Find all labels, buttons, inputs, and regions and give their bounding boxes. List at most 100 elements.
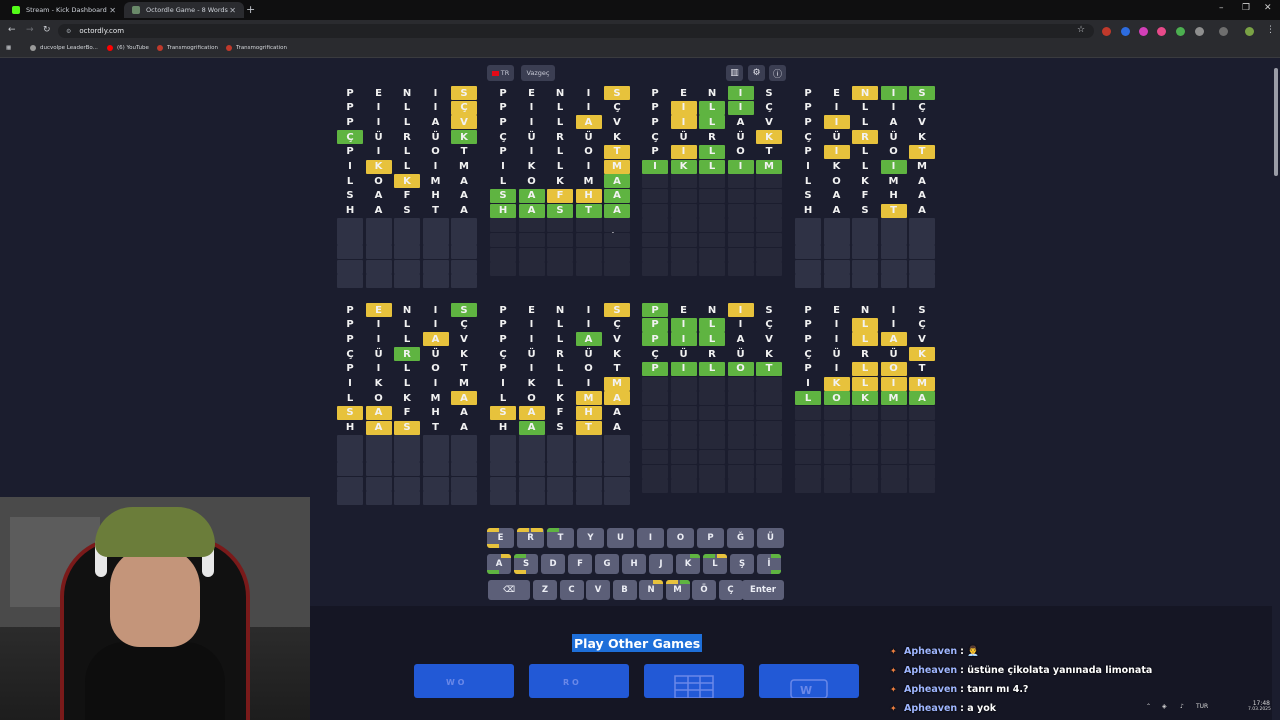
give-up-button[interactable]: Vazgeç — [521, 65, 555, 81]
bookmark-star-icon[interactable]: ☆ — [1077, 25, 1085, 35]
tile-letter: K — [765, 348, 773, 360]
key-D[interactable]: D — [541, 554, 565, 574]
key-K[interactable]: K — [676, 554, 700, 574]
tile-letter: E — [680, 87, 687, 99]
extension-icon[interactable] — [1139, 27, 1148, 36]
language-button[interactable]: TR — [487, 65, 514, 81]
tile-letter: I — [834, 363, 839, 375]
key-N[interactable]: N — [639, 580, 663, 600]
key-M[interactable]: M — [665, 580, 690, 600]
tile-letter: I — [727, 86, 754, 100]
tile-letter: I — [529, 116, 534, 128]
tile-letter: H — [575, 405, 602, 420]
extensions-puzzle-icon[interactable] — [1195, 27, 1204, 36]
key-P[interactable]: P — [697, 528, 724, 548]
tray-date: 7.03.2025 — [1248, 707, 1271, 712]
tile-empty — [699, 218, 725, 233]
key-G[interactable]: G — [595, 554, 619, 574]
tile-empty — [823, 405, 850, 420]
key-J[interactable]: J — [649, 554, 673, 574]
key-B[interactable]: B — [612, 580, 637, 600]
key-İ[interactable]: İ — [757, 554, 781, 574]
key-S[interactable]: S — [514, 554, 538, 574]
tile-letter: H — [431, 407, 440, 419]
key-I[interactable]: I — [637, 528, 664, 548]
tray-language[interactable]: TUR — [1196, 703, 1208, 710]
enter-key[interactable]: Enter — [742, 580, 784, 600]
key-F[interactable]: F — [568, 554, 592, 574]
extension-icon[interactable] — [1102, 27, 1111, 36]
key-E[interactable]: E — [487, 528, 514, 548]
reload-icon[interactable]: ↻ — [43, 25, 51, 35]
bookmark-item[interactable]: Transmogrification — [226, 45, 287, 51]
scrollbar-thumb[interactable] — [1274, 68, 1278, 176]
bookmark-item[interactable]: (6) YouTube — [107, 45, 149, 51]
key-T[interactable]: T — [547, 528, 574, 548]
tile-empty — [490, 247, 516, 262]
close-icon[interactable]: ✕ — [109, 6, 116, 15]
network-icon[interactable]: ◈ — [1162, 703, 1167, 710]
site-info-icon[interactable]: ⚙ — [66, 28, 71, 35]
tile-letter: Ü — [527, 131, 536, 143]
apps-grid-icon[interactable]: ▦ — [6, 45, 11, 51]
new-tab-icon[interactable]: + — [246, 3, 255, 16]
tile-letter: M — [917, 161, 927, 172]
bookmark-item[interactable]: Transmogrification — [157, 45, 218, 51]
key-Ğ[interactable]: Ğ — [727, 528, 754, 548]
key-Z[interactable]: Z — [533, 580, 557, 600]
tile-letter: H — [498, 422, 508, 434]
back-icon[interactable]: ← — [8, 25, 16, 35]
settings-icon[interactable]: ⚙ — [748, 65, 765, 81]
volume-icon[interactable]: ♪ — [1180, 703, 1184, 710]
game-card[interactable]: W O — [414, 664, 514, 698]
key-Ş[interactable]: Ş — [730, 554, 754, 574]
tile-letter: H — [803, 205, 813, 217]
key-A[interactable]: A — [487, 554, 511, 574]
menu-kebab-icon[interactable]: ⋮ — [1266, 25, 1275, 35]
tab-octordle[interactable]: Octordle Game - 8 Words Wor... ✕ — [124, 2, 244, 18]
game-card[interactable]: W — [759, 664, 859, 698]
key-U[interactable]: U — [607, 528, 634, 548]
tile-letter: L — [699, 332, 725, 347]
key-Ç[interactable]: Ç — [718, 580, 743, 600]
tile-empty — [365, 274, 392, 289]
key-L[interactable]: L — [703, 554, 727, 574]
profile-avatar[interactable] — [1245, 27, 1254, 36]
tile-letter: I — [433, 161, 438, 172]
key-Ü[interactable]: Ü — [757, 528, 784, 548]
key-Ö[interactable]: Ö — [692, 580, 716, 600]
extension-icon[interactable] — [1157, 27, 1166, 36]
window-close-icon[interactable]: ✕ — [1264, 3, 1272, 13]
key-H[interactable]: H — [622, 554, 646, 574]
address-bar[interactable]: ⚙ octordly.com — [58, 24, 1094, 38]
close-icon[interactable]: ✕ — [229, 6, 236, 15]
tile-empty — [604, 491, 630, 506]
game-card[interactable] — [644, 664, 744, 698]
stats-icon[interactable]: ▥ — [726, 65, 743, 81]
extension-icon[interactable] — [1121, 27, 1130, 36]
key-V[interactable]: V — [586, 580, 610, 600]
maximize-icon[interactable]: ❐ — [1242, 3, 1250, 13]
tile-empty — [880, 464, 907, 479]
extension-icon[interactable] — [1176, 27, 1185, 36]
tray-clock[interactable]: 17:48 7.03.2025 — [1248, 700, 1271, 712]
key-O[interactable]: O — [667, 528, 694, 548]
info-icon[interactable]: ⓘ — [769, 65, 786, 81]
key-C[interactable]: C — [559, 580, 584, 600]
key-R[interactable]: R — [517, 528, 544, 548]
tile-empty — [490, 218, 516, 233]
tile-empty — [575, 247, 602, 262]
bookmark-item[interactable]: ducvolpe LeaderBo... — [30, 45, 98, 51]
tray-chevron-icon[interactable]: ⌃ — [1146, 703, 1151, 710]
tile-letter: S — [346, 190, 354, 202]
forward-icon[interactable]: → — [26, 25, 34, 35]
backspace-icon[interactable]: ⌫ — [488, 580, 530, 600]
tile-letter: H — [490, 203, 516, 218]
tile-letter: F — [547, 188, 573, 203]
tab-kick-dashboard[interactable]: Stream - Kick Dashboard ✕ — [4, 2, 124, 18]
game-card[interactable]: R O — [529, 664, 629, 698]
minimize-icon[interactable]: – — [1219, 3, 1224, 13]
tab-search-icon[interactable] — [1219, 27, 1228, 36]
key-Y[interactable]: Y — [577, 528, 604, 548]
tile-letter: Ç — [651, 348, 659, 360]
